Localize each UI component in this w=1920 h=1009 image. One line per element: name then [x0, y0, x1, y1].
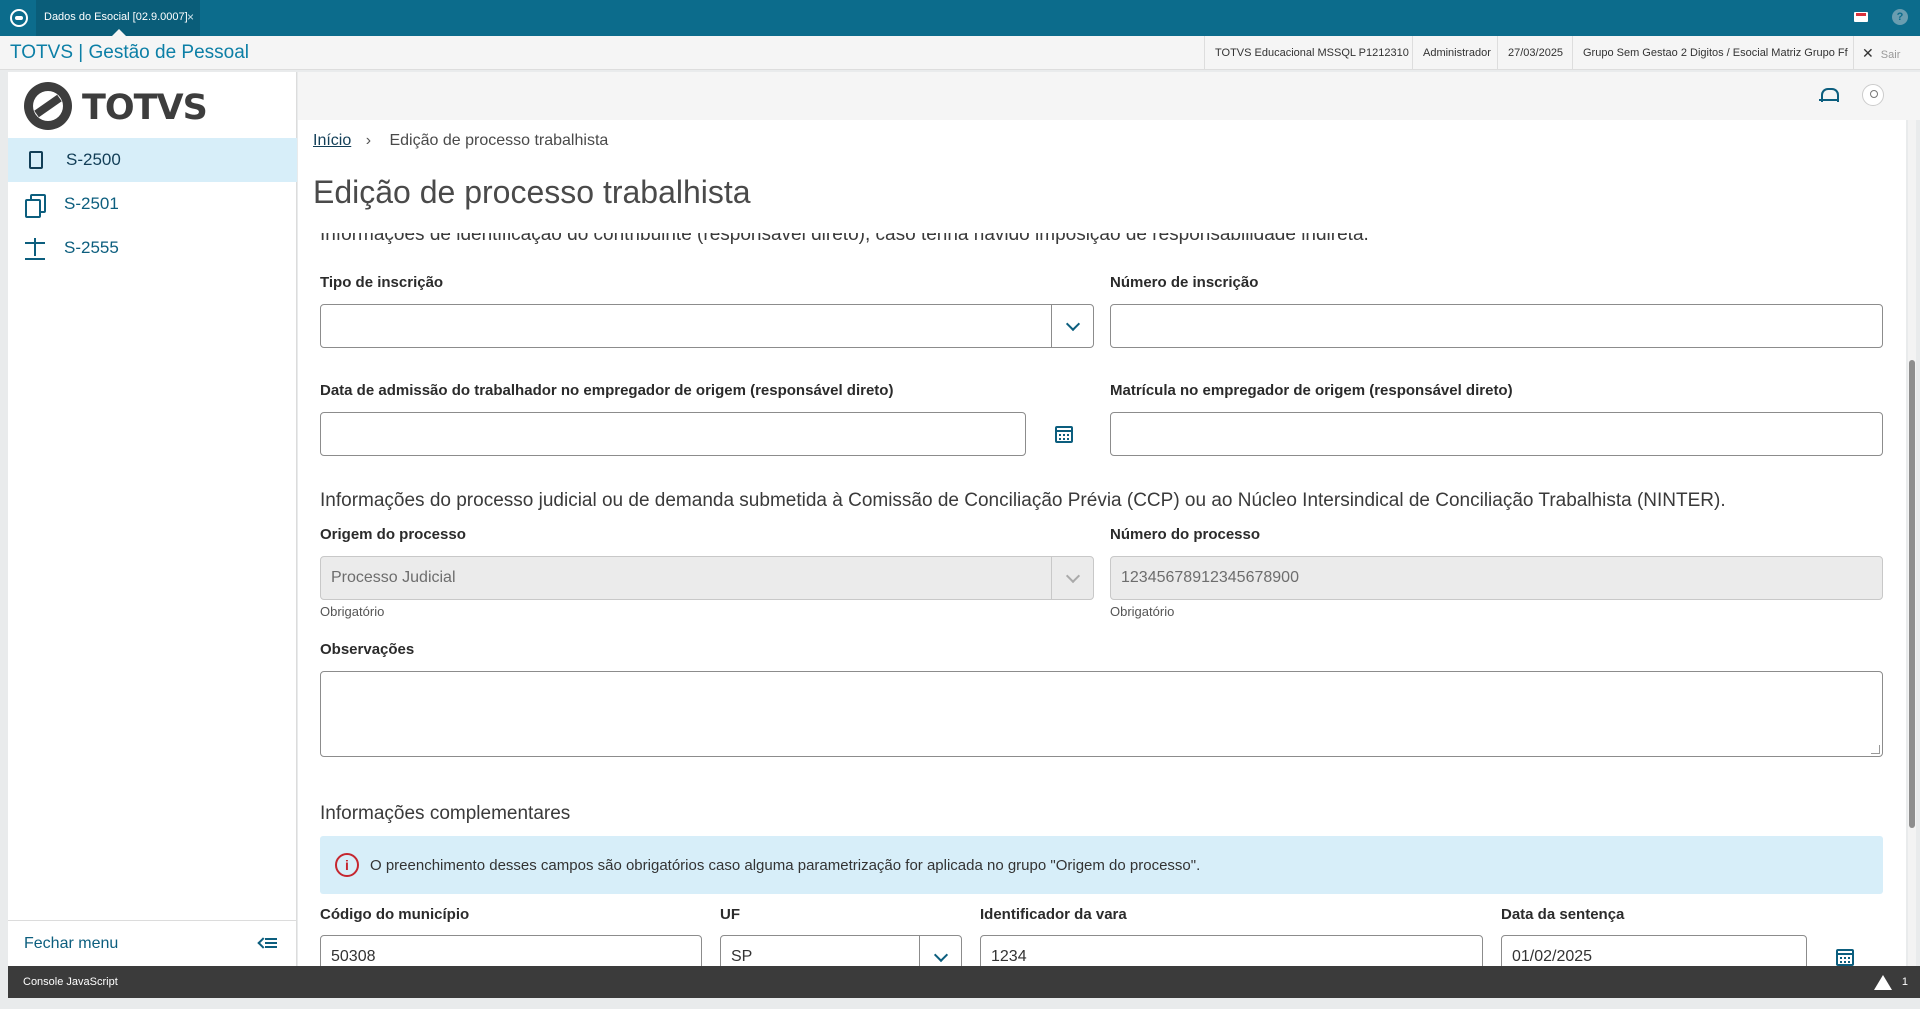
- app-title: TOTVS | Gestão de Pessoal: [10, 42, 250, 63]
- sidebar-item-label: S-2555: [64, 238, 119, 257]
- info-alert: i O preenchimento desses campos são obri…: [320, 836, 1883, 894]
- scrollbar-thumb[interactable]: [1909, 360, 1915, 828]
- sidebar-item-s2501[interactable]: S-2501: [8, 182, 297, 226]
- data-admissao-label: Data de admissão do trabalhador no empre…: [320, 382, 894, 399]
- app-header: TOTVS | Gestão de Pessoal TOTVS Educacio…: [0, 36, 1920, 70]
- totvs-logo-icon: [24, 82, 72, 130]
- environment-info: TOTVS Educacional MSSQL P1212310: [1204, 36, 1419, 70]
- exit-button[interactable]: ✕ Sair: [1853, 36, 1920, 70]
- scale-icon: [25, 238, 45, 260]
- user-avatar-icon[interactable]: [1862, 84, 1884, 106]
- totvs-logo-text: TOTVS: [82, 88, 208, 128]
- origem-processo-helper: Obrigatório: [320, 604, 385, 619]
- identificador-vara-label: Identificador da vara: [980, 906, 1127, 923]
- uf-value: SP: [731, 948, 753, 965]
- alert-text: O preenchimento desses campos são obriga…: [370, 856, 1201, 874]
- section-description-cut: Informações de identificação do contribu…: [320, 224, 1369, 245]
- tipo-inscricao-label: Tipo de inscrição: [320, 274, 444, 291]
- window-tab[interactable]: Dados do Esocial [02.9.0007] ×: [36, 0, 200, 36]
- sidebar-item-label: S-2501: [64, 194, 119, 213]
- exit-label: Sair: [1880, 49, 1901, 61]
- processo-section-heading: Informações do processo judicial ou de d…: [320, 490, 1726, 511]
- codigo-municipio-label: Código do município: [320, 906, 470, 923]
- vertical-scrollbar[interactable]: [1908, 120, 1916, 966]
- sidebar-item-s2500[interactable]: S-2500: [8, 138, 297, 182]
- collapse-menu-icon[interactable]: [259, 935, 277, 951]
- numero-inscricao-input[interactable]: [1110, 304, 1883, 348]
- numero-processo-label: Número do processo: [1110, 526, 1261, 543]
- sidebar-item-s2555[interactable]: S-2555: [8, 226, 297, 270]
- window-tab-title: Dados do Esocial [02.9.0007]: [44, 11, 188, 23]
- numero-processo-helper: Obrigatório: [1110, 604, 1175, 619]
- chevron-down-icon[interactable]: [919, 936, 961, 966]
- origem-processo-value: Processo Judicial: [331, 569, 456, 586]
- numero-inscricao-label: Número de inscrição: [1110, 274, 1259, 291]
- info-icon: i: [335, 853, 359, 877]
- data-sentenca-input[interactable]: 01/02/2025: [1501, 935, 1807, 966]
- date-info: 27/03/2025: [1497, 36, 1573, 70]
- sidebar-item-label: S-2500: [66, 150, 121, 169]
- tipo-inscricao-select[interactable]: [320, 304, 1094, 348]
- tab-indicator: [112, 29, 126, 36]
- tab-close-icon[interactable]: ×: [187, 0, 194, 34]
- origem-processo-select: Processo Judicial: [320, 556, 1094, 600]
- calendar-icon[interactable]: [1055, 426, 1073, 443]
- warning-count: 1: [1901, 976, 1908, 988]
- window-titlebar: Dados do Esocial [02.9.0007] × ?: [0, 0, 1920, 36]
- main-content: Início › Edição de processo trabalhista …: [298, 120, 1906, 966]
- identificador-vara-input[interactable]: 1234: [980, 935, 1483, 966]
- close-menu-label: Fechar menu: [24, 934, 119, 952]
- matricula-input[interactable]: [1110, 412, 1883, 456]
- complementares-section-heading: Informações complementares: [320, 803, 571, 824]
- copy-icon: [25, 194, 46, 218]
- observacoes-textarea[interactable]: [320, 671, 1883, 757]
- matricula-label: Matrícula no empregador de origem (respo…: [1110, 382, 1513, 399]
- chevron-down-icon: [1051, 557, 1093, 599]
- close-menu-button[interactable]: Fechar menu: [8, 920, 297, 966]
- top-toolbar: [298, 72, 1920, 120]
- bell-icon[interactable]: [1819, 86, 1839, 104]
- close-icon: ✕: [1862, 45, 1874, 61]
- app-logo-icon: [10, 9, 28, 27]
- mail-icon[interactable]: [1854, 12, 1868, 22]
- data-sentenca-label: Data da sentença: [1501, 906, 1625, 923]
- origem-processo-label: Origem do processo: [320, 526, 466, 543]
- breadcrumb: Início › Edição de processo trabalhista: [313, 132, 608, 150]
- warning-icon[interactable]: [1874, 975, 1892, 990]
- page-title: Edição de processo trabalhista: [313, 174, 751, 210]
- console-label: Console JavaScript: [23, 976, 118, 988]
- observacoes-label: Observações: [320, 641, 415, 658]
- data-admissao-input[interactable]: [320, 412, 1026, 456]
- codigo-municipio-input[interactable]: 50308: [320, 935, 702, 966]
- breadcrumb-current: Edição de processo trabalhista: [389, 132, 609, 149]
- uf-label: UF: [720, 906, 740, 923]
- help-icon[interactable]: ?: [1892, 9, 1908, 25]
- breadcrumb-home-link[interactable]: Início: [313, 132, 351, 149]
- breadcrumb-separator-icon: ›: [365, 132, 372, 149]
- chevron-down-icon[interactable]: [1051, 305, 1093, 347]
- file-icon: [29, 151, 43, 169]
- user-info: Administrador: [1412, 36, 1501, 70]
- calendar-icon[interactable]: [1836, 949, 1854, 966]
- sidebar: TOTVS S-2500 S-2501 S-2555 Fechar menu: [8, 72, 297, 966]
- uf-select[interactable]: SP: [720, 935, 962, 966]
- company-info: Grupo Sem Gestao 2 Digitos / Esocial Mat…: [1572, 36, 1858, 70]
- numero-processo-input: 12345678912345678900: [1110, 556, 1883, 600]
- javascript-console-bar[interactable]: Console JavaScript 1: [8, 966, 1920, 998]
